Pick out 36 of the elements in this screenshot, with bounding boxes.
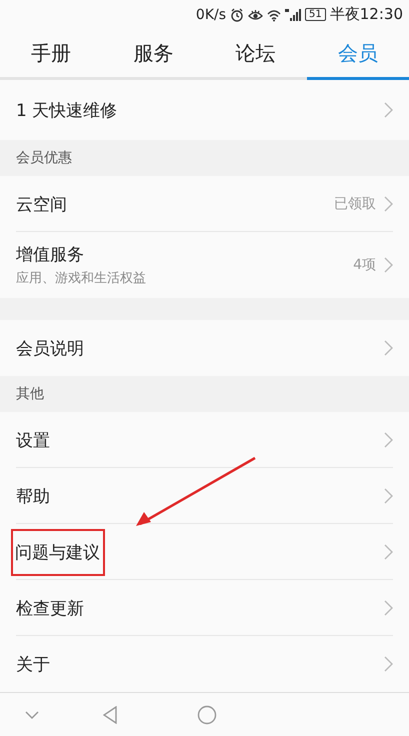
item-value: 4项: [353, 256, 376, 274]
chevron-right-icon: [384, 544, 393, 560]
item-value: 已领取: [334, 195, 376, 214]
tab[interactable]: 手册: [0, 29, 102, 80]
item-title: 云空间: [16, 194, 67, 216]
status-time: 半夜12:30: [330, 5, 403, 24]
item-title: 会员说明: [16, 338, 84, 360]
tab[interactable]: 论坛: [204, 29, 307, 80]
back-icon: [103, 706, 117, 724]
item-title: 检查更新: [16, 598, 84, 620]
alarm-clock-icon: [230, 8, 244, 22]
tab[interactable]: 服务: [102, 29, 204, 80]
chevron-right-icon: [384, 432, 393, 448]
item-title: 增值服务: [16, 244, 84, 266]
chevron-right-icon: [384, 656, 393, 672]
chevron-right-icon: [384, 600, 393, 616]
item-title: 1 天快速维修: [16, 100, 118, 122]
chevron-right-icon: [384, 196, 393, 212]
chevron-right-icon: [384, 257, 393, 274]
section-header: 会员优惠: [0, 140, 409, 176]
chevron-down-icon: [25, 710, 39, 719]
item-title: 关于: [16, 654, 50, 676]
home-icon: [197, 704, 217, 725]
battery-level: 51: [305, 8, 326, 22]
signal-icon: [285, 8, 302, 22]
chevron-right-icon: [384, 340, 393, 356]
item-title: 帮助: [16, 486, 50, 508]
chevron-right-icon: [384, 102, 393, 118]
highlighted-label: 问题与建议: [13, 530, 103, 574]
eye-icon: [248, 8, 264, 22]
item-subtitle: 应用、游戏和生活权益: [16, 270, 147, 288]
wifi-icon: [267, 8, 282, 22]
chevron-right-icon: [384, 488, 393, 504]
network-speed: 0K/s: [196, 6, 226, 23]
item-title: 设置: [16, 430, 50, 452]
section-header: 其他: [0, 376, 409, 412]
